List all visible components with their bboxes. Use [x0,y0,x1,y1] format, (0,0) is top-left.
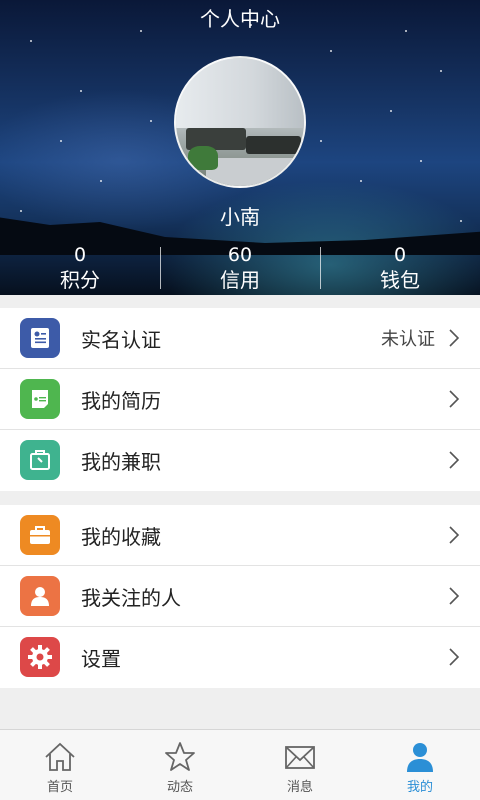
page-title: 个人中心 [200,7,280,31]
star-icon [165,742,195,771]
tab-me[interactable]: 我的 [360,730,480,800]
stat-points-label: 积分 [60,268,100,292]
menu-item-label: 设置 [81,647,121,671]
settings-gear-icon [20,637,60,677]
chevron-right-icon [449,451,460,469]
person-icon [20,576,60,616]
stats-bar: 0 积分 60 信用 0 钱包 [0,243,480,293]
profile-header: 个人中心 小南 0 积分 60 信用 0 钱包 [0,0,480,295]
menu-item-label: 实名认证 [81,327,161,352]
chevron-right-icon [449,329,460,347]
menu-item-favorites[interactable]: 我的收藏 [0,505,480,566]
stat-credit-value: 60 [227,244,253,266]
tab-messages[interactable]: 消息 [240,730,360,800]
menu-item-resume[interactable]: 我的简历 [0,369,480,430]
profile-icon [407,743,433,772]
user-name: 小南 [220,205,260,229]
menu-group-account: 实名认证 未认证 我的简历 我的兼职 [0,308,480,491]
stat-credit[interactable]: 60 信用 [160,243,320,293]
menu-item-following[interactable]: 我关注的人 [0,566,480,627]
menu-item-label: 我关注的人 [81,585,181,610]
stat-wallet[interactable]: 0 钱包 [320,243,480,293]
menu-item-part-time[interactable]: 我的兼职 [0,430,480,491]
stat-credit-label: 信用 [220,268,260,292]
part-time-job-icon [20,440,60,480]
menu-group-personal: 我的收藏 我关注的人 设置 [0,505,480,688]
verification-status: 未认证 [381,329,435,350]
chevron-right-icon [449,648,460,666]
stat-wallet-label: 钱包 [380,268,420,292]
tab-label: 我的 [406,780,433,795]
tab-label: 消息 [286,780,313,795]
chevron-right-icon [449,390,460,408]
resume-icon [20,379,60,419]
tab-label: 首页 [46,780,73,795]
tab-label: 动态 [166,780,193,795]
briefcase-icon [20,515,60,555]
id-card-icon [20,318,60,358]
bottom-tab-bar: 首页 动态 消息 我的 [0,729,480,800]
stat-wallet-value: 0 [393,244,407,266]
menu-item-settings[interactable]: 设置 [0,627,480,688]
user-avatar[interactable] [174,56,306,188]
menu-item-verification[interactable]: 实名认证 未认证 [0,308,480,369]
menu-item-label: 我的收藏 [81,524,161,549]
tab-home[interactable]: 首页 [0,730,120,800]
mail-icon [285,746,315,769]
tab-feed[interactable]: 动态 [120,730,240,800]
menu-item-label: 我的兼职 [81,450,161,474]
menu-item-label: 我的简历 [81,388,161,413]
stat-points[interactable]: 0 积分 [0,243,160,293]
home-icon [45,742,75,771]
chevron-right-icon [449,526,460,544]
stat-points-value: 0 [73,244,87,266]
chevron-right-icon [449,587,460,605]
